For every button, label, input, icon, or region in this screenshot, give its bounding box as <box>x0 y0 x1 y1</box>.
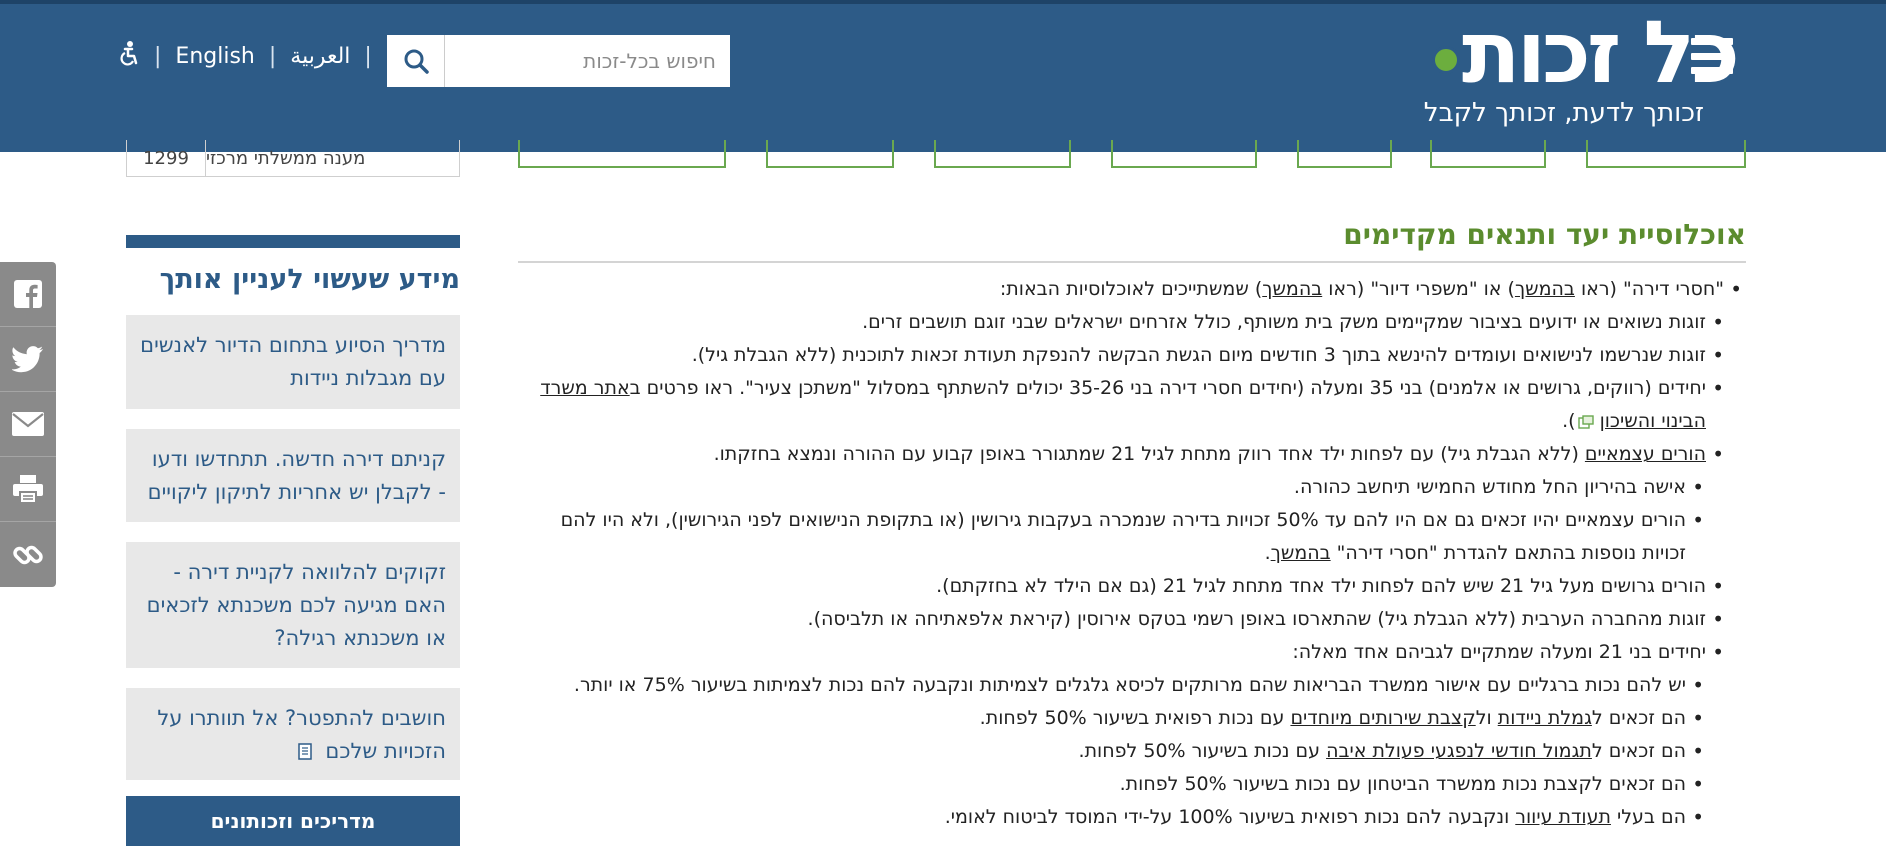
related-card-link[interactable]: זקוקים להלוואה לקניית דירה - האם מגיעה ל… <box>147 560 446 650</box>
tab-remnant[interactable] <box>1111 140 1257 168</box>
related-card[interactable]: קניתם דירה חדשה. תתחדשו ודעו - לקבלן יש … <box>126 429 460 522</box>
site-logo[interactable]: כל זכות זכותך לדעת, זכותך לקבל <box>1376 10 1740 128</box>
inline-link[interactable]: תגמול חודשי לנפגעי פעולת איבה <box>1326 740 1592 762</box>
list-item: הורים עצמאיים יהיו זכאים גם אם היו להם ע… <box>518 504 1708 570</box>
copy-link-button[interactable] <box>0 522 56 587</box>
hotline-number: 1299 <box>127 140 206 176</box>
main-content: אוכלוסיית יעד ותנאים מקדימים "חסרי דירה"… <box>518 218 1746 834</box>
sidebar-accent-bar <box>126 235 460 248</box>
inline-link[interactable]: בהמשך <box>1515 278 1575 300</box>
hamburger-menu-icon[interactable] <box>1691 38 1733 74</box>
tab-remnant[interactable] <box>766 140 894 168</box>
related-card[interactable]: מדריך הסיוע בתחום הדיור לאנשים עם מגבלות… <box>126 315 460 409</box>
guides-button[interactable]: מדריכים וזכותונים <box>126 796 460 846</box>
search-icon <box>404 49 429 74</box>
site-tagline: זכותך לדעת, זכותך לקבל <box>1423 98 1704 128</box>
search-button[interactable] <box>387 35 445 87</box>
list-item: זוגות שנרשמו לנישואים ועומדים להינשא בתו… <box>518 339 1728 372</box>
language-link-arabic[interactable]: العربية <box>290 44 350 69</box>
hotline-table: 1299 מענה ממשלתי מרכזי <box>126 140 460 177</box>
logo-dot-icon <box>1432 46 1460 74</box>
list-item: יחידים (רווקים, גרושים או אלמנים) בני 35… <box>518 372 1728 438</box>
language-bar: | English | العربية | <box>118 40 372 72</box>
list-item: אישה בהיריון החל מחודש החמישי תיחשב כהור… <box>518 471 1708 504</box>
email-share-button[interactable] <box>0 392 56 457</box>
twitter-share-button[interactable] <box>0 327 56 392</box>
print-icon <box>13 475 43 504</box>
related-card-link[interactable]: מדריך הסיוע בתחום הדיור לאנשים עם מגבלות… <box>140 333 446 390</box>
separator: | <box>268 43 277 69</box>
site-header: כל זכות זכותך לדעת, זכותך לקבל | English… <box>0 0 1886 152</box>
list-item: הורים גרושים מעל גיל 21 שיש להם לפחות יל… <box>518 570 1728 603</box>
separator: | <box>154 43 162 69</box>
accessibility-icon[interactable] <box>118 40 140 72</box>
related-card[interactable]: חושבים להתפטר? אל תוותרו על הזכויות שלכם <box>126 688 460 780</box>
language-link-english[interactable]: English <box>175 44 254 69</box>
list-item: "חסרי דירה" (ראו בהמשך) או "משפרי דיור" … <box>518 273 1746 306</box>
twitter-icon <box>12 346 43 373</box>
tab-remnant[interactable] <box>934 140 1071 168</box>
inline-link[interactable]: בהמשך <box>1262 278 1322 300</box>
hotline-label: מענה ממשלתי מרכזי <box>206 147 366 169</box>
related-info-sidebar: מידע שעשוי לעניין אותך מדריך הסיוע בתחום… <box>126 235 460 846</box>
related-card-link[interactable]: קניתם דירה חדשה. תתחדשו ודעו - לקבלן יש … <box>148 447 446 504</box>
eligibility-list: "חסרי דירה" (ראו בהמשך) או "משפרי דיור" … <box>518 273 1746 834</box>
section-title: אוכלוסיית יעד ותנאים מקדימים <box>518 218 1746 263</box>
print-button[interactable] <box>0 457 56 522</box>
facebook-share-button[interactable] <box>0 262 56 327</box>
inline-link[interactable]: גמלת ניידות <box>1498 707 1592 729</box>
list-item: הם זכאים לקצבת נכות ממשרד הביטחון עם נכו… <box>518 768 1708 801</box>
tab-remnant[interactable] <box>1430 140 1546 168</box>
list-item: יחידים בני 21 ומעלה שמתקיים לגביהם אחד מ… <box>518 636 1728 669</box>
list-item: הם בעלי תעודת עיוור ונקבעה להם נכות רפוא… <box>518 801 1708 834</box>
inline-link[interactable]: בהמשך <box>1271 542 1331 564</box>
list-item: הם זכאים לגמלת ניידות ולקצבת שירותים מיו… <box>518 702 1708 735</box>
tab-remnant[interactable] <box>1297 140 1392 168</box>
document-icon <box>297 743 312 760</box>
email-icon <box>12 412 44 436</box>
inline-link[interactable]: תעודת עיוור <box>1515 806 1611 828</box>
external-link-icon <box>1577 414 1594 429</box>
tab-remnant[interactable] <box>518 140 726 168</box>
facebook-icon <box>14 280 42 309</box>
list-item: זוגות נשואים או ידועים בציבור שמקיימים מ… <box>518 306 1728 339</box>
list-item: זוגות מהחברה הערבית (ללא הגבלת גיל) שהתא… <box>518 603 1728 636</box>
inline-link[interactable]: הורים עצמאיים <box>1585 443 1706 465</box>
link-icon <box>13 545 43 564</box>
sidebar-title: מידע שעשוי לעניין אותך <box>159 264 460 295</box>
related-card[interactable]: זקוקים להלוואה לקניית דירה - האם מגיעה ל… <box>126 542 460 668</box>
list-item: הורים עצמאיים (ללא הגבלת גיל) עם לפחות י… <box>518 438 1728 471</box>
inline-link[interactable]: קצבת שירותים מיוחדים <box>1290 707 1475 729</box>
list-item: הם זכאים לתגמול חודשי לנפגעי פעולת איבה … <box>518 735 1708 768</box>
search-input[interactable] <box>445 35 730 87</box>
social-share-bar <box>0 262 56 587</box>
tab-remnant[interactable] <box>1586 140 1746 168</box>
list-item: יש להם נכות ברגליים עם אישור ממשרד הבריא… <box>518 669 1708 702</box>
search-box <box>387 35 730 87</box>
separator: | <box>364 43 372 69</box>
